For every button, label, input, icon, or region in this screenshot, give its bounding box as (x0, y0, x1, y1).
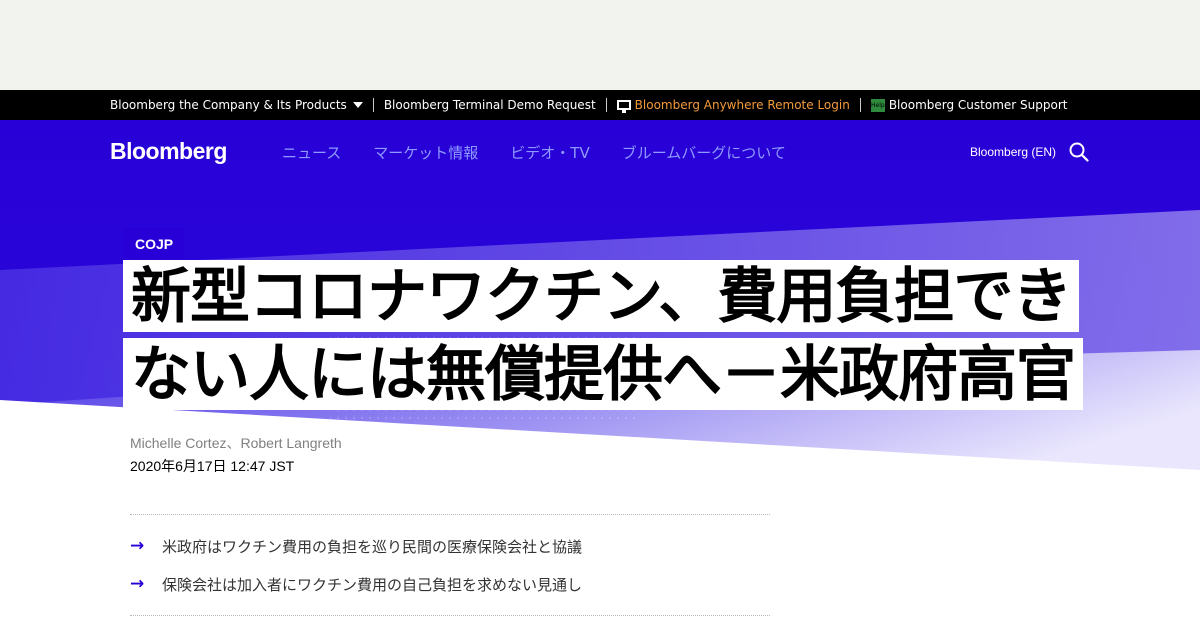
article-abstract: → 米政府はワクチン費用の負担を巡り民間の医療保険会社と協議 → 保険会社は加入… (130, 514, 770, 616)
abstract-text: 保険会社は加入者にワクチン費用の自己負担を求めない見通し (162, 575, 583, 594)
customer-support-link[interactable]: Help Bloomberg Customer Support (870, 98, 1068, 112)
arrow-right-icon: → (130, 536, 145, 556)
section-tag[interactable]: COJP (124, 228, 185, 258)
headline-text: 新型コロナワクチン、費用負担できない人には無償提供へ－米政府高官 (123, 260, 1083, 410)
main-navigation: Bloomberg ニュース マーケット情報 ビデオ・TV ブルームバーグについ… (0, 120, 1200, 184)
divider (859, 98, 861, 112)
article-headline: 新型コロナワクチン、費用負担できない人には無償提供へ－米政府高官 (123, 258, 1123, 414)
publish-date: 2020年6月17日 12:47 JST (130, 458, 295, 474)
terminal-demo-link[interactable]: Bloomberg Terminal Demo Request (384, 98, 596, 112)
caret-down-icon (352, 102, 363, 108)
anywhere-login-link[interactable]: Bloomberg Anywhere Remote Login (616, 98, 850, 113)
arrow-right-icon: → (130, 574, 145, 594)
search-icon[interactable] (1069, 142, 1089, 162)
company-products-label: Bloomberg the Company & Its Products (110, 98, 347, 112)
anywhere-login-label: Bloomberg Anywhere Remote Login (634, 98, 850, 112)
monitor-icon (616, 100, 631, 113)
customer-support-label: Bloomberg Customer Support (888, 98, 1068, 112)
corporate-top-strip: Bloomberg the Company & Its Products Blo… (0, 90, 1200, 120)
terminal-demo-label: Bloomberg Terminal Demo Request (383, 98, 596, 112)
abstract-item: → 保険会社は加入者にワクチン費用の自己負担を求めない見通し (130, 565, 770, 603)
bloomberg-logo[interactable]: Bloomberg (110, 138, 227, 165)
divider (372, 98, 374, 112)
abstract-item: → 米政府はワクチン費用の負担を巡り民間の医療保険会社と協議 (130, 527, 770, 565)
company-products-menu[interactable]: Bloomberg the Company & Its Products (110, 98, 363, 112)
nav-link-video-tv[interactable]: ビデオ・TV (510, 142, 589, 163)
nav-link-markets[interactable]: マーケット情報 (373, 142, 478, 163)
abstract-text: 米政府はワクチン費用の負担を巡り民間の医療保険会社と協議 (162, 537, 583, 556)
nav-links: ニュース マーケット情報 ビデオ・TV ブルームバーグについて (282, 142, 786, 163)
divider (605, 98, 607, 112)
help-icon: Help (870, 98, 885, 112)
nav-link-about[interactable]: ブルームバーグについて (622, 142, 786, 163)
article-authors[interactable]: Michelle Cortez、Robert Langreth (130, 433, 342, 453)
region-switch-link[interactable]: Bloomberg (EN) (970, 145, 1056, 159)
nav-link-news[interactable]: ニュース (282, 142, 341, 163)
ad-banner-area (0, 0, 1200, 90)
